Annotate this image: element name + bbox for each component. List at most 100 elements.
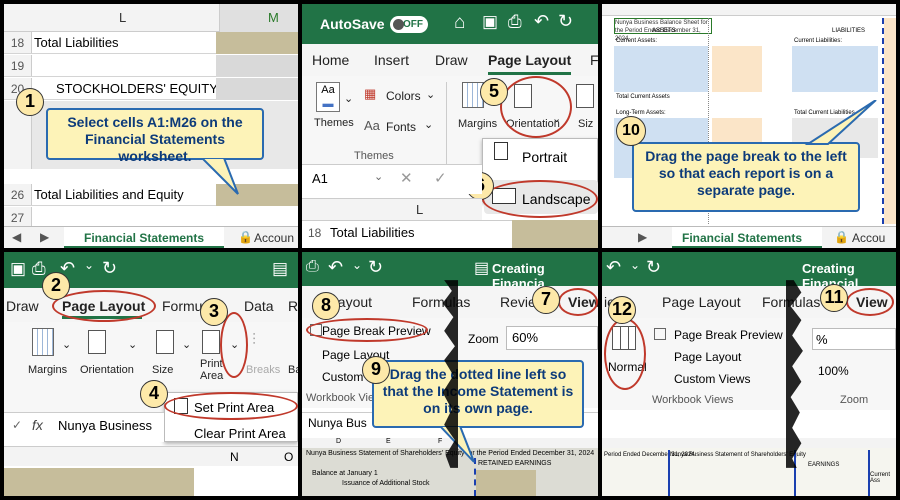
workbook-views-group-label: Workbook View bbox=[306, 392, 383, 404]
tab-formulas[interactable]: Formu bbox=[162, 298, 202, 314]
redo-icon[interactable]: ↻ bbox=[646, 257, 661, 278]
tab-review[interactable]: Revie bbox=[500, 294, 536, 310]
column-header-bar bbox=[302, 198, 482, 220]
custom-views-button[interactable]: Custom bbox=[322, 370, 363, 384]
chevron-down-icon[interactable]: ⌄ bbox=[182, 338, 191, 351]
chevron-down-icon[interactable]: ⌄ bbox=[62, 338, 71, 351]
current-assets-label: Current Assets: bbox=[616, 38, 658, 44]
column-header-L[interactable]: L bbox=[119, 10, 126, 25]
check-icon[interactable]: ✓ bbox=[434, 169, 447, 187]
margins-label[interactable]: Margins bbox=[28, 364, 67, 376]
undo-icon[interactable]: ↶ bbox=[328, 257, 343, 278]
margins-label[interactable]: Margins bbox=[458, 118, 497, 130]
themes-icon[interactable]: Aa ▬ bbox=[316, 82, 340, 112]
save-icon[interactable]: ▣ bbox=[10, 259, 26, 279]
orientation-icon[interactable] bbox=[88, 330, 106, 354]
portrait-option[interactable]: Portrait bbox=[522, 149, 567, 165]
cancel-icon[interactable]: ✓ bbox=[12, 418, 22, 432]
highlight-ring bbox=[164, 392, 298, 420]
size-label[interactable]: Siz bbox=[578, 118, 593, 130]
page-break-preview-button[interactable]: Page Break Preview bbox=[674, 328, 783, 342]
scroll-right-icon[interactable]: ▶ bbox=[638, 230, 647, 244]
chevron-down-icon[interactable]: ⌄ bbox=[84, 258, 94, 272]
chevron-down-icon[interactable]: ⌄ bbox=[344, 92, 353, 105]
step-number-9: 9 bbox=[362, 356, 390, 384]
scroll-right-icon[interactable]: ▶ bbox=[40, 230, 49, 244]
home-icon[interactable]: ⌂ bbox=[454, 12, 465, 34]
size-icon[interactable] bbox=[156, 330, 174, 354]
fonts-button[interactable]: Fonts bbox=[386, 120, 416, 134]
tab-page-layout[interactable]: Page Layout bbox=[488, 52, 572, 75]
undo-icon[interactable]: ↶ bbox=[534, 11, 549, 32]
colors-button[interactable]: Colors bbox=[386, 89, 421, 103]
tab-home[interactable]: Home bbox=[312, 52, 349, 68]
redo-icon[interactable]: ↻ bbox=[558, 11, 573, 32]
page-break-line bbox=[668, 450, 670, 496]
zoom-group-label: Zoom bbox=[840, 394, 869, 406]
redo-icon[interactable]: ↻ bbox=[102, 258, 117, 279]
cell-fill bbox=[216, 55, 298, 77]
undo-icon[interactable]: ↶ bbox=[606, 257, 621, 278]
name-cell[interactable]: Nunya Bus bbox=[308, 416, 367, 430]
tab-formulas[interactable]: F bbox=[590, 52, 598, 68]
zoom-100-button[interactable]: 100% bbox=[818, 364, 849, 378]
column-header-N[interactable]: N bbox=[230, 450, 239, 464]
panel-orientation: AutoSave OFF ⌂ ▣ ⎙ ↶ ↻ Home Insert Draw … bbox=[302, 4, 598, 248]
row-26[interactable]: 26 Total Liabilities and Equity bbox=[4, 184, 298, 206]
print-icon[interactable]: ⎙ bbox=[508, 12, 522, 32]
row-19[interactable]: 19 bbox=[4, 55, 298, 77]
function-icon[interactable]: fx bbox=[32, 417, 43, 433]
autosave-toggle[interactable]: OFF bbox=[390, 16, 428, 33]
column-header-E[interactable]: E bbox=[386, 438, 391, 445]
excel-logo-icon: ▤ bbox=[272, 259, 289, 278]
size-label[interactable]: Size bbox=[152, 364, 173, 376]
column-header-M-bg[interactable] bbox=[219, 4, 298, 32]
margins-icon[interactable] bbox=[32, 328, 54, 356]
page-layout-button[interactable]: Page Layout bbox=[674, 350, 741, 364]
sheet-tab-financial-statements[interactable]: Financial Statements bbox=[682, 231, 802, 245]
chevron-down-icon[interactable]: ⌄ bbox=[426, 88, 435, 101]
row-20[interactable]: 20 STOCKHOLDERS' EQUITY bbox=[4, 78, 298, 100]
sheet-tab-financial-statements[interactable]: Financial Statements bbox=[84, 231, 204, 245]
redo-icon[interactable]: ↻ bbox=[368, 257, 383, 278]
clear-print-area-option[interactable]: Clear Print Area bbox=[194, 426, 286, 441]
column-header-D[interactable]: D bbox=[336, 438, 341, 445]
tab-data[interactable]: Data bbox=[244, 298, 274, 314]
cell-fill bbox=[4, 468, 194, 496]
column-header-O[interactable]: O bbox=[284, 450, 293, 464]
name-box[interactable]: A1 bbox=[312, 171, 328, 186]
themes-label[interactable]: Themes bbox=[314, 117, 354, 129]
tab-draw[interactable]: Draw bbox=[6, 298, 39, 314]
chevron-down-icon[interactable]: ⌄ bbox=[352, 258, 362, 272]
formula-content[interactable]: Nunya Business bbox=[58, 418, 152, 433]
scroll-left-icon[interactable]: ◀ bbox=[12, 230, 21, 244]
size-icon[interactable] bbox=[576, 84, 594, 108]
save-icon[interactable]: ▣ bbox=[482, 12, 498, 32]
custom-views-button[interactable]: Custom Views bbox=[674, 372, 750, 386]
tab-draw[interactable]: Draw bbox=[435, 52, 468, 68]
row-number: 26 bbox=[4, 184, 32, 205]
orientation-label[interactable]: Orientation bbox=[80, 364, 134, 376]
print-icon[interactable]: ⎙ bbox=[306, 258, 319, 276]
chevron-down-icon[interactable]: ⌄ bbox=[128, 338, 137, 351]
autosave-label: AutoSave bbox=[320, 16, 385, 32]
print-icon[interactable]: ⎙ bbox=[32, 259, 46, 279]
step-number-7: 7 bbox=[532, 286, 560, 314]
panel-normal-view: ↶ ⌄ ↻ Creating Financial iew Page Layout… bbox=[602, 252, 896, 496]
highlight-ring bbox=[482, 180, 598, 218]
chevron-down-icon[interactable]: ⌄ bbox=[630, 258, 640, 272]
chevron-down-icon[interactable]: ⌄ bbox=[424, 118, 433, 131]
tab-review[interactable]: Rev bbox=[288, 298, 298, 314]
sheet-tab-accounts[interactable]: Accou bbox=[852, 231, 885, 245]
background-label[interactable]: Ba bbox=[288, 364, 298, 376]
tab-insert[interactable]: Insert bbox=[374, 52, 409, 68]
chevron-down-icon[interactable]: ⌄ bbox=[374, 170, 383, 183]
tab-page-layout[interactable]: Page Layout bbox=[662, 294, 741, 310]
column-header-L[interactable]: L bbox=[416, 202, 423, 217]
callout-step-1: Select cells A1:M26 on the Financial Sta… bbox=[46, 108, 264, 164]
print-area-icon[interactable] bbox=[202, 330, 220, 354]
row-18[interactable]: 18 Total Liabilities bbox=[4, 32, 298, 54]
cancel-icon[interactable]: ✕ bbox=[400, 169, 413, 187]
balance-label: Balance at January 1 bbox=[312, 470, 378, 477]
sheet-tab-accounts[interactable]: Accoun bbox=[254, 231, 294, 245]
